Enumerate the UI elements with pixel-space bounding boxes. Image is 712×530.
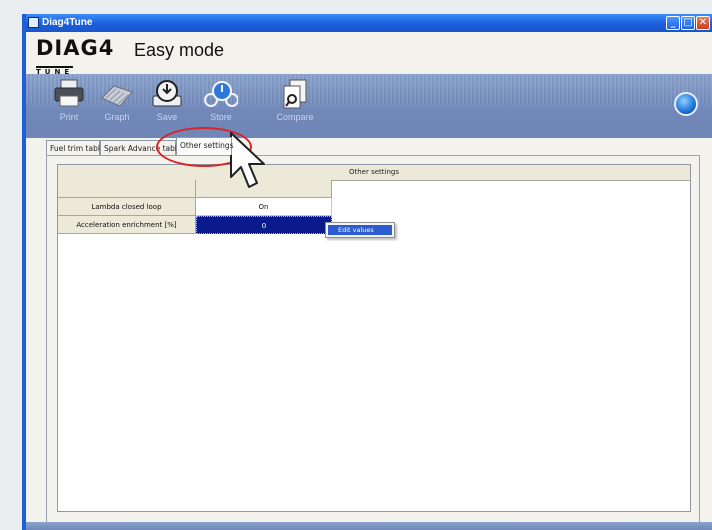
printer-icon: [54, 79, 84, 107]
tab-other-settings[interactable]: Other settings: [176, 137, 234, 155]
compare-icon: [283, 79, 307, 109]
store-button[interactable]: Store: [198, 78, 244, 130]
globe-icon[interactable]: [674, 92, 698, 116]
compare-button[interactable]: Compare: [272, 78, 318, 130]
context-menu: Edit values: [325, 222, 395, 238]
app-logo: DIAG4 TUNE: [36, 36, 122, 76]
settings-grid[interactable]: Other settings Lambda closed loop On Acc…: [57, 164, 691, 512]
tab-fuel-trim-table[interactable]: Fuel trim table: [46, 140, 105, 155]
window-title: Diag4Tune: [42, 17, 93, 28]
maximize-button[interactable]: □: [681, 16, 695, 30]
app-icon: [28, 17, 39, 28]
compare-label: Compare: [276, 112, 314, 122]
grid-title: Other settings: [58, 165, 690, 181]
main-window: Diag4Tune _ □ ✕ DIAG4 TUNE Easy mode Pri…: [22, 14, 712, 530]
mode-title: Easy mode: [134, 40, 225, 60]
minimize-button[interactable]: _: [666, 16, 680, 30]
store-label: Store: [210, 112, 232, 122]
grid-corner-header: [58, 180, 196, 198]
logo-main-text: DIAG4: [36, 36, 115, 60]
print-button[interactable]: Print: [46, 78, 92, 130]
tab-content-panel: Other settings Lambda closed loop On Acc…: [46, 155, 700, 523]
save-icon: [152, 80, 182, 107]
title-bar[interactable]: Diag4Tune _ □ ✕: [26, 14, 712, 32]
row-value-acceleration[interactable]: 0: [196, 216, 332, 234]
graph-button[interactable]: Graph: [94, 78, 140, 130]
save-label: Save: [156, 112, 178, 122]
store-icon: [204, 81, 238, 107]
status-bar: [26, 522, 712, 530]
edit-values-menu-item[interactable]: Edit values: [328, 225, 392, 235]
save-button[interactable]: Save: [144, 78, 190, 130]
toolbar: Print Graph Save Store Compare: [26, 74, 712, 138]
brand-bar: DIAG4 TUNE Easy mode: [26, 32, 712, 76]
row-value-lambda[interactable]: On: [196, 198, 332, 216]
mouse-cursor-icon: [230, 132, 265, 188]
row-label-acceleration: Acceleration enrichment [%]: [58, 216, 196, 234]
close-button[interactable]: ✕: [696, 16, 710, 30]
graph-icon: [101, 85, 133, 107]
row-label-lambda: Lambda closed loop: [58, 198, 196, 216]
